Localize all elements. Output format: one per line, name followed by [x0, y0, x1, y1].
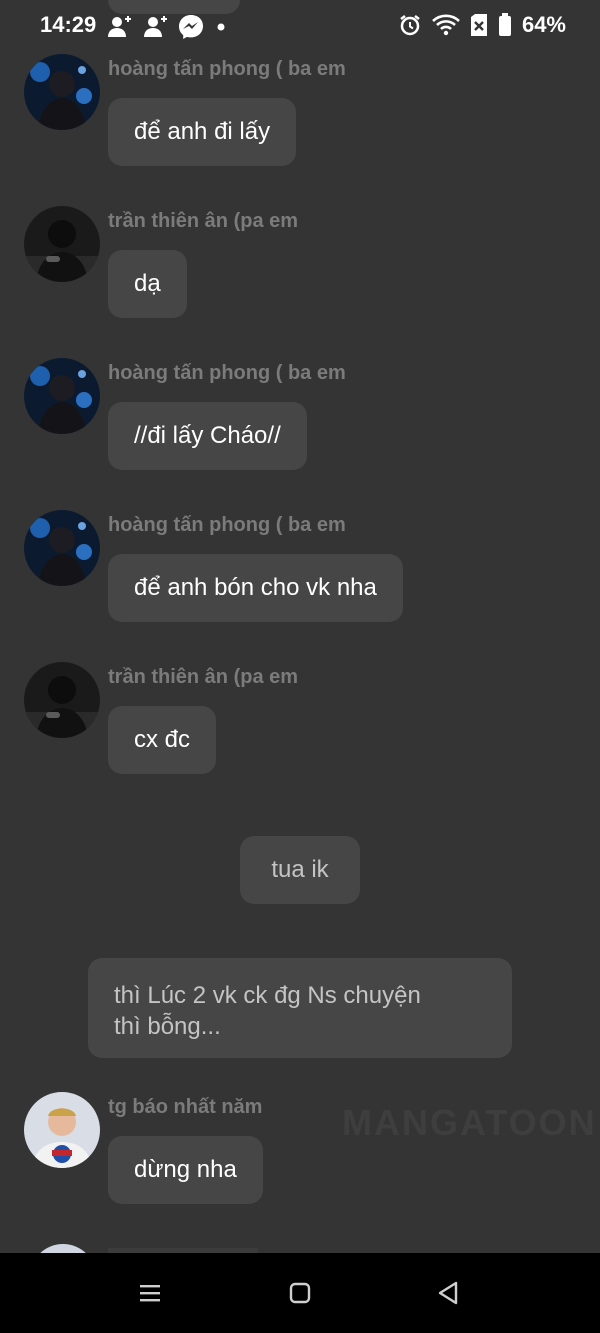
sender-name: hoàng tấn phong ( ba em: [108, 58, 346, 80]
wifi-icon: [432, 14, 460, 36]
avatar[interactable]: [24, 54, 100, 130]
back-button[interactable]: [430, 1275, 466, 1311]
sender-name: hoàng tấn phong ( ba em: [108, 514, 346, 536]
narration-line: thì Lúc 2 vk ck đg Ns chuyện: [114, 982, 421, 1009]
person-add-icon-2: [144, 16, 167, 37]
status-time: 14:29: [40, 12, 97, 37]
sender-name: trần thiên ân (pa em: [108, 210, 299, 232]
previous-bubble-partial: [108, 0, 240, 14]
home-square-icon: [289, 1282, 311, 1304]
narration-bubble[interactable]: tua ik: [240, 836, 360, 904]
message-bubble[interactable]: để anh bón cho vk nha: [108, 554, 403, 622]
home-button[interactable]: [282, 1275, 318, 1311]
no-sim-icon: [470, 14, 487, 36]
sender-name: trần thiên ân (pa em: [108, 666, 299, 688]
alarm-icon: [400, 15, 420, 36]
back-triangle-icon: [438, 1281, 458, 1305]
avatar[interactable]: [24, 206, 100, 282]
recent-apps-button[interactable]: [132, 1275, 168, 1311]
message-bubble[interactable]: //đi lấy Cháo//: [108, 402, 307, 470]
narration-text: tua ik: [271, 856, 329, 883]
avatar[interactable]: [24, 662, 100, 738]
message-bubble[interactable]: dừng nha: [108, 1136, 263, 1204]
message-bubble[interactable]: dạ: [108, 250, 187, 318]
battery-percentage: 64%: [521, 12, 566, 37]
menu-icon: [140, 1285, 160, 1302]
narration-bubble[interactable]: thì Lúc 2 vk ck đg Ns chuyện thì bỗng...: [88, 958, 512, 1058]
avatar[interactable]: [24, 1092, 100, 1168]
status-bar: 14:29 64%: [0, 0, 600, 52]
avatar[interactable]: [24, 510, 100, 586]
message-bubble[interactable]: cx đc: [108, 706, 217, 774]
narration-line: thì bỗng...: [114, 1013, 221, 1040]
messenger-icon: [179, 15, 203, 39]
sender-name: tg báo nhất năm: [108, 1096, 263, 1118]
dot-icon: [217, 23, 225, 31]
person-add-icon: [108, 16, 131, 37]
sender-name: hoàng tấn phong ( ba em: [108, 362, 346, 384]
navigation-bar: [0, 1253, 600, 1333]
avatar[interactable]: [24, 358, 100, 434]
battery-icon: [498, 13, 511, 36]
watermark-logo: MANGATOON: [342, 1102, 597, 1143]
message-bubble[interactable]: để anh đi lấy: [108, 98, 297, 166]
